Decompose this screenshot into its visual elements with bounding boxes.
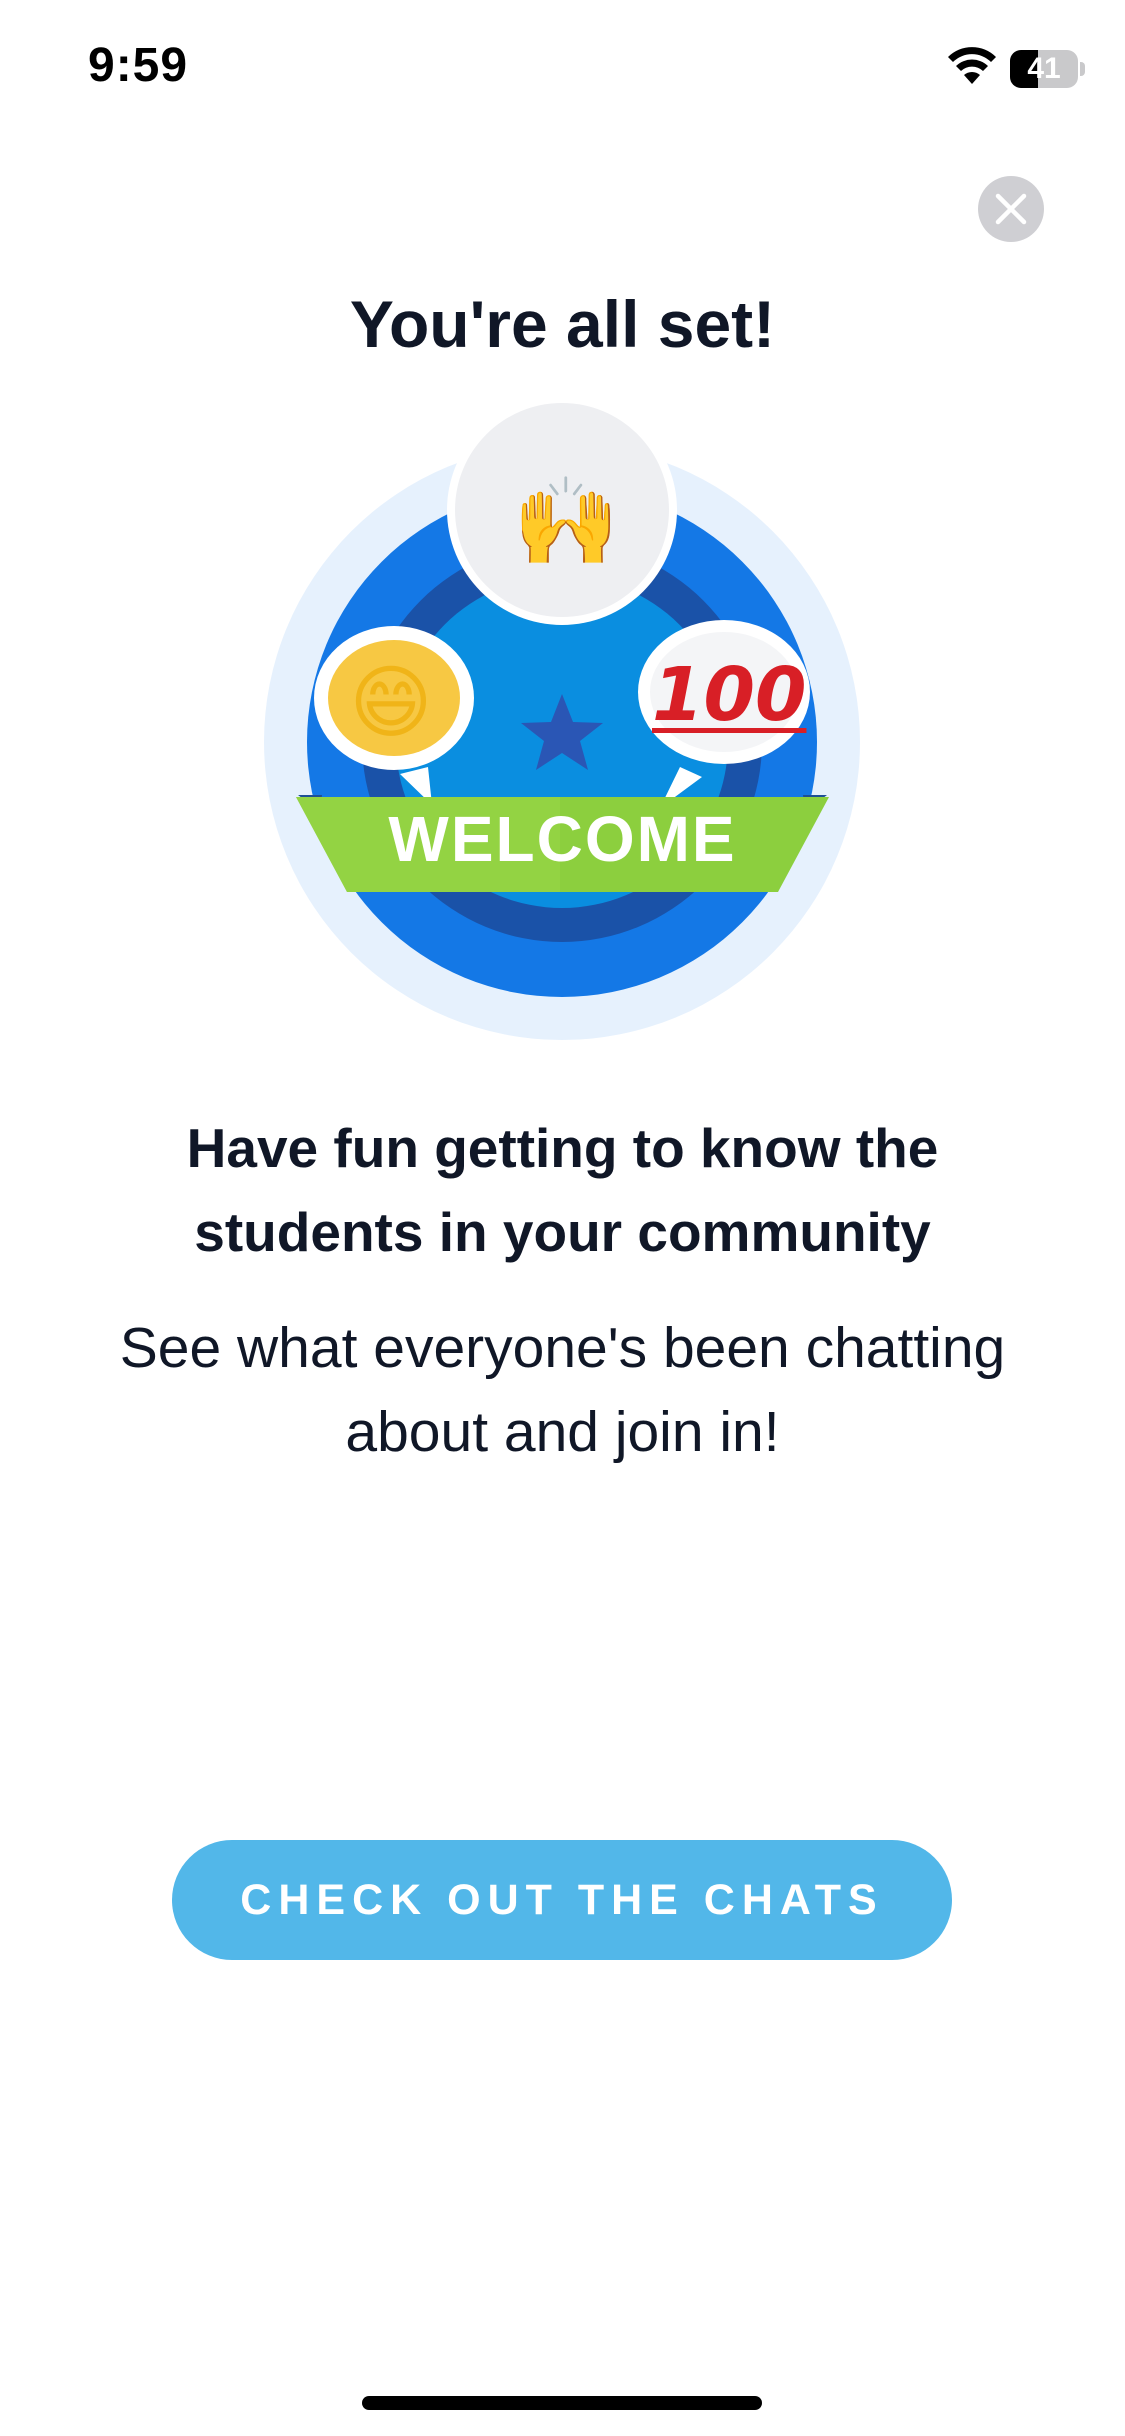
- home-indicator[interactable]: [362, 2396, 762, 2410]
- page-title: You're all set!: [349, 287, 776, 361]
- welcome-badge: 🙌 😄 100 WELCOME: [260, 392, 865, 1042]
- headline: Have fun getting to know the students in…: [186, 1117, 939, 1263]
- hundred-points-emoji: 100: [652, 652, 807, 738]
- grinning-face-emoji: 😄: [349, 656, 433, 749]
- welcome-banner-label: WELCOME: [388, 803, 737, 875]
- close-button[interactable]: [978, 176, 1044, 242]
- subtext: See what everyone's been chatting about …: [119, 1316, 1006, 1464]
- status-bar: 9:59 41: [0, 0, 1125, 140]
- check-out-chats-label: CHECK OUT THE CHATS: [240, 1876, 884, 1924]
- onboarding-complete-screen: 9:59 41 You're all set! 🙌 😄 100 WELCOME …: [0, 0, 1125, 2436]
- battery-icon: 41: [1010, 50, 1086, 88]
- close-icon: [995, 193, 1027, 225]
- battery-percentage: 41: [1027, 52, 1061, 85]
- status-time: 9:59: [88, 39, 189, 92]
- check-out-chats-button[interactable]: CHECK OUT THE CHATS: [172, 1840, 952, 1960]
- raised-hands-emoji: 🙌: [512, 472, 620, 572]
- wifi-icon: [946, 44, 998, 86]
